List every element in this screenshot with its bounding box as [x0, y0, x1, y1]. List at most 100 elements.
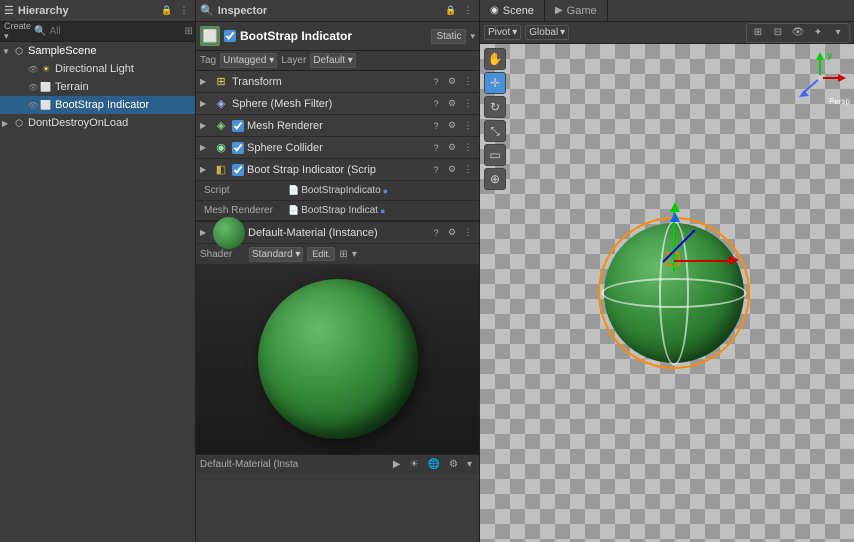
hierarchy-panel: ☰ Hierarchy 🔒 ⋮ Create ▾ 🔍 ⊞ ▼ ⬡ SampleS…: [0, 0, 196, 542]
mesh-filter-menu-btn[interactable]: ⋮: [461, 97, 475, 111]
shader-value: Standard: [252, 249, 293, 260]
preview-sun-btn[interactable]: ☀: [407, 458, 422, 471]
inspector-panel: 🔍 Inspector 🔒 ⋮ ⬜ BootStrap Indicator St…: [196, 0, 480, 542]
mesh-filter-name: Sphere (Mesh Filter): [232, 98, 426, 110]
preview-globe-btn[interactable]: 🌐: [425, 458, 443, 471]
hierarchy-item-dontdestroy[interactable]: ▶ ⬡ DontDestroyOnLoad: [0, 114, 195, 132]
toolbar-fx-btn[interactable]: ✦: [809, 25, 827, 41]
view-tabs: ◉ Scene ▶ Game: [480, 0, 854, 22]
scene-tab-label: Scene: [503, 5, 534, 17]
shader-extra-icon[interactable]: ⊞: [339, 249, 347, 260]
boot-script-checkbox[interactable]: [232, 164, 244, 176]
global-dropdown[interactable]: Global ▾: [525, 25, 569, 40]
sphere-collider-icon: ◉: [213, 140, 229, 156]
search-expand-icon[interactable]: ⊞: [184, 26, 192, 37]
toolbar-view-btn[interactable]: 👁: [789, 25, 807, 41]
mesh-renderer-field-label: Mesh Renderer: [204, 205, 284, 216]
mesh-renderer-menu-btn[interactable]: ⋮: [461, 119, 475, 133]
preview-controls: ▶ ☀ 🌐 ⚙ ▾: [390, 458, 475, 471]
mesh-filter-icon: ◈: [213, 96, 229, 112]
static-dropdown-arrow[interactable]: ▾: [470, 31, 475, 42]
object-enabled-checkbox[interactable]: [224, 30, 236, 42]
inspector-title-row: ⬜ BootStrap Indicator Static ▾: [196, 22, 479, 51]
transform-component-row[interactable]: ▶ ⊞ Transform ? ⚙ ⋮: [196, 71, 479, 93]
mesh-renderer-component-row[interactable]: ▶ ◈ Mesh Renderer ? ⚙ ⋮: [196, 115, 479, 137]
preview-settings-btn[interactable]: ⚙: [446, 458, 461, 471]
hierarchy-item-sample-scene[interactable]: ▼ ⬡ SampleScene: [0, 42, 195, 60]
transform-menu-btn[interactable]: ⋮: [461, 75, 475, 89]
directional-light-eye: 👁: [28, 65, 38, 74]
boot-script-icon: ◧: [213, 162, 229, 178]
boot-script-settings-btn[interactable]: ⚙: [445, 163, 459, 177]
toolbar-snap-btn[interactable]: ⊟: [769, 25, 787, 41]
scene-viewport[interactable]: ✋ ✛ ↻ ⤡ ▭ ⊕: [480, 44, 854, 542]
hierarchy-item-bootstrap-indicator[interactable]: 👁 ⬜ BootStrap Indicator: [0, 96, 195, 114]
hierarchy-lock-icon[interactable]: 🔒: [160, 4, 174, 18]
mesh-filter-help-btn[interactable]: ?: [429, 97, 443, 111]
mesh-filter-actions: ? ⚙ ⋮: [429, 97, 475, 111]
preview-expand-btn[interactable]: ▾: [464, 458, 475, 471]
create-button[interactable]: Create ▾: [4, 21, 31, 42]
material-help-btn[interactable]: ?: [429, 226, 443, 240]
tag-dropdown[interactable]: Untagged ▾: [220, 53, 277, 68]
hierarchy-header: ☰ Hierarchy 🔒 ⋮: [0, 0, 195, 22]
tool-rotate-btn[interactable]: ↻: [484, 96, 506, 118]
gizmo-x-axis: [674, 260, 729, 262]
game-tab-label: Game: [567, 5, 597, 17]
sphere-collider-arrow: ▶: [200, 143, 210, 152]
hierarchy-menu-icon[interactable]: ⋮: [177, 4, 191, 18]
tool-scale-btn[interactable]: ⤡: [484, 120, 506, 142]
mesh-renderer-settings-btn[interactable]: ⚙: [445, 119, 459, 133]
hierarchy-item-directional-light[interactable]: 👁 ☀ Directional Light: [0, 60, 195, 78]
boot-script-component-row[interactable]: ▶ ◧ Boot Strap Indicator (Scrip ? ⚙ ⋮: [196, 159, 479, 181]
shader-edit-button[interactable]: Edit.: [307, 247, 335, 261]
sphere-collider-menu-btn[interactable]: ⋮: [461, 141, 475, 155]
tool-rect-btn[interactable]: ▭: [484, 144, 506, 166]
mesh-filter-settings-btn[interactable]: ⚙: [445, 97, 459, 111]
inspector-menu-icon[interactable]: ⋮: [461, 4, 475, 18]
sphere-collider-settings-btn[interactable]: ⚙: [445, 141, 459, 155]
sphere-collider-checkbox[interactable]: [232, 142, 244, 154]
sphere-collider-help-btn[interactable]: ?: [429, 141, 443, 155]
transform-actions: ? ⚙ ⋮: [429, 75, 475, 89]
scene-tab[interactable]: ◉ Scene: [480, 0, 545, 21]
terrain-icon: ⬜: [39, 80, 53, 94]
tool-transform-btn[interactable]: ⊕: [484, 168, 506, 190]
tag-layer-row: Tag Untagged ▾ Layer Default ▾: [196, 51, 479, 71]
layer-dropdown[interactable]: Default ▾: [310, 53, 356, 68]
shader-dropdown-icon[interactable]: ▾: [352, 249, 357, 260]
pivot-label: Pivot: [488, 27, 510, 38]
preview-play-btn[interactable]: ▶: [390, 458, 404, 471]
transform-arrow: ▶: [200, 77, 210, 86]
mesh-renderer-help-btn[interactable]: ?: [429, 119, 443, 133]
boot-script-menu-btn[interactable]: ⋮: [461, 163, 475, 177]
inspector-header: 🔍 Inspector 🔒 ⋮: [196, 0, 479, 22]
scene-sphere-container: [604, 223, 744, 363]
hierarchy-item-terrain[interactable]: 👁 ⬜ Terrain: [0, 78, 195, 96]
mesh-renderer-checkbox[interactable]: [232, 120, 244, 132]
toolbar-grid-btn[interactable]: ⊞: [749, 25, 767, 41]
hierarchy-search-bar: Create ▾ 🔍 ⊞: [0, 22, 195, 42]
inspector-lock-icon[interactable]: 🔒: [444, 4, 458, 18]
mesh-filter-component-row[interactable]: ▶ ◈ Sphere (Mesh Filter) ? ⚙ ⋮: [196, 93, 479, 115]
game-tab[interactable]: ▶ Game: [545, 0, 608, 21]
bootstrap-label: BootStrap Indicator: [55, 99, 149, 111]
search-input[interactable]: [49, 26, 181, 37]
shader-row: Shader Standard ▾ Edit. ⊞ ▾: [196, 244, 479, 264]
transform-settings-btn[interactable]: ⚙: [445, 75, 459, 89]
toolbar-dropdown-btn[interactable]: ▾: [829, 25, 847, 41]
tool-hand-btn[interactable]: ✋: [484, 48, 506, 70]
sphere-collider-component-row[interactable]: ▶ ◉ Sphere Collider ? ⚙ ⋮: [196, 137, 479, 159]
tool-move-btn[interactable]: ✛: [484, 72, 506, 94]
boot-script-help-btn[interactable]: ?: [429, 163, 443, 177]
sphere-collider-name: Sphere Collider: [247, 142, 426, 154]
shader-dropdown[interactable]: Standard ▾: [249, 247, 303, 262]
inspector-content: ⬜ BootStrap Indicator Static ▾ Tag Untag…: [196, 22, 479, 542]
material-settings-btn[interactable]: ⚙: [445, 226, 459, 240]
transform-help-btn[interactable]: ?: [429, 75, 443, 89]
tag-label: Tag: [200, 55, 216, 66]
pivot-dropdown[interactable]: Pivot ▾: [484, 25, 521, 40]
static-badge[interactable]: Static: [431, 29, 466, 44]
material-menu-btn[interactable]: ⋮: [461, 226, 475, 240]
global-arrow: ▾: [560, 27, 565, 38]
